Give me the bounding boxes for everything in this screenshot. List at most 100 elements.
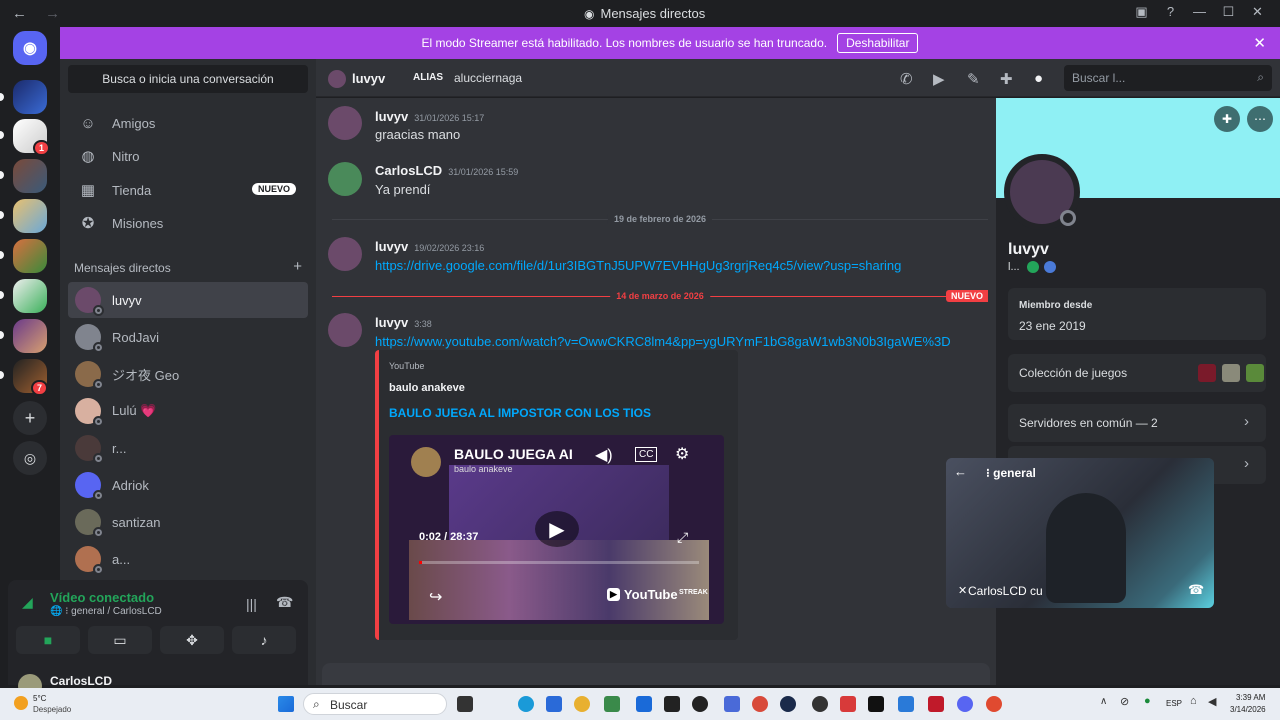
avatar[interactable] [328, 237, 362, 271]
chrome-icon[interactable] [574, 696, 590, 712]
add-friend-icon[interactable]: ✚ [1214, 106, 1240, 132]
app-icon[interactable] [928, 696, 944, 712]
store-icon[interactable] [546, 696, 562, 712]
server-icon[interactable] [13, 159, 47, 193]
app-icon[interactable] [664, 696, 680, 712]
disconnect-icon[interactable]: ☎ [1188, 582, 1204, 598]
add-server-button[interactable]: + [13, 401, 47, 435]
home-button[interactable]: ◉ [13, 31, 47, 65]
chat-search-input[interactable]: Buscar l... ⌕ [1064, 65, 1272, 91]
network-icon[interactable]: ⌂ [1190, 695, 1197, 707]
voice-status[interactable]: Vídeo conectado [50, 590, 154, 605]
fullscreen-icon[interactable]: ⤢ [677, 529, 688, 546]
avatar[interactable] [328, 162, 362, 196]
app-icon[interactable] [868, 696, 884, 712]
forward-button[interactable]: → [45, 5, 60, 22]
tray-icon[interactable]: ⊘ [1120, 695, 1129, 708]
call-icon[interactable]: ✆ [900, 70, 913, 88]
close-window-button[interactable]: ✕ [1243, 4, 1272, 20]
app-icon[interactable] [604, 696, 620, 712]
nav-shop[interactable]: ▦ Tienda NUEVO [68, 174, 308, 206]
video-title[interactable]: BAULO JUEGA AI [454, 446, 573, 462]
channel-avatar[interactable] [411, 447, 441, 477]
back-arrow-icon[interactable]: ← [954, 464, 967, 479]
dm-item[interactable]: ジオ夜 Geo [68, 356, 308, 392]
message-author[interactable]: luvyv 19/02/2026 23:16 [375, 239, 484, 254]
screen-share-button[interactable]: ▭ [88, 626, 152, 654]
chrome-icon[interactable] [986, 696, 1002, 712]
dm-item[interactable]: luvyv [68, 282, 308, 318]
volume-icon[interactable]: ◀) [595, 445, 613, 465]
voice-channel[interactable]: 🌐 ⁝ general / CarlosLCD [50, 606, 162, 617]
task-view-icon[interactable] [457, 696, 473, 712]
message-link[interactable]: https://drive.google.com/file/d/1ur3IBGT… [375, 258, 901, 273]
server-icon[interactable] [13, 199, 47, 233]
steam-icon[interactable] [780, 696, 796, 712]
dm-item[interactable]: a... [68, 541, 308, 577]
maximize-button[interactable]: ☐ [1214, 4, 1243, 20]
captions-icon[interactable]: CC [635, 447, 658, 462]
play-button[interactable]: ▶ [535, 511, 579, 547]
picture-in-picture-video[interactable]: ← ⁝ general ✕ CarlosLCD cu ☎ [946, 458, 1214, 608]
inbox-icon[interactable]: ▣ [1127, 4, 1156, 20]
add-friend-icon[interactable]: ✚ [1000, 70, 1013, 88]
username[interactable]: CarlosLCD [50, 674, 112, 688]
pin-icon[interactable]: ✎ [967, 70, 980, 88]
profile-icon[interactable]: ● [1034, 70, 1043, 87]
disconnect-icon[interactable]: ☎ [276, 594, 293, 611]
avatar[interactable] [328, 106, 362, 140]
edge-icon[interactable] [518, 696, 534, 712]
weather-text[interactable]: Despejado [33, 705, 71, 714]
server-icon[interactable] [13, 239, 47, 273]
app-icon[interactable] [812, 696, 828, 712]
pip-channel[interactable]: ⁝ general [986, 466, 1036, 480]
language-indicator[interactable]: ESP [1166, 699, 1182, 708]
share-icon[interactable]: ↪ [429, 587, 442, 607]
progress-bar[interactable] [419, 561, 699, 564]
discover-button[interactable]: ◎ [13, 441, 47, 475]
weather-temp[interactable]: 5°C [33, 694, 46, 703]
microphone-icon[interactable]: ● [1144, 695, 1151, 707]
profile-avatar[interactable] [1004, 154, 1080, 230]
activities-button[interactable]: ✥ [160, 626, 224, 654]
app-icon[interactable] [840, 696, 856, 712]
avatar[interactable] [328, 313, 362, 347]
clock-time[interactable]: 3:39 AM [1236, 693, 1265, 702]
volume-icon[interactable]: ◀ [1208, 695, 1216, 708]
server-icon[interactable] [13, 319, 47, 353]
soundboard-button[interactable]: ♪ [232, 626, 296, 654]
message-composer[interactable] [322, 663, 990, 685]
embed-title[interactable]: BAULO JUEGA AL IMPOSTOR CON LOS TIOS [389, 406, 651, 420]
camera-button[interactable]: ■ [16, 626, 80, 654]
chat-title[interactable]: luvyv [352, 71, 385, 86]
app-icon[interactable] [636, 696, 652, 712]
message-link[interactable]: https://www.youtube.com/watch?v=OwwCKRC8… [375, 334, 951, 349]
settings-icon[interactable]: ⚙ [675, 444, 689, 464]
dm-search-button[interactable]: Busca o inicia una conversación [68, 65, 308, 93]
nav-quests[interactable]: ✪ Misiones [68, 207, 308, 239]
app-icon[interactable] [724, 696, 740, 712]
back-button[interactable]: ← [12, 5, 27, 22]
app-icon[interactable] [898, 696, 914, 712]
mutual-servers-card[interactable]: Servidores en común — 2 › [1008, 404, 1266, 442]
start-button[interactable] [278, 696, 294, 712]
games-collection-card[interactable]: Colección de juegos [1008, 354, 1266, 392]
weather-icon[interactable] [14, 696, 28, 710]
badge-icon[interactable] [1026, 261, 1039, 274]
youtube-logo[interactable]: ▶ YouTube [607, 587, 678, 602]
chrome-icon[interactable] [752, 696, 768, 712]
embed-author[interactable]: baulo anakeve [389, 382, 465, 394]
embed-provider[interactable]: YouTube [389, 361, 424, 371]
noise-suppression-icon[interactable]: ||| [246, 596, 257, 612]
dm-item[interactable]: r... [68, 430, 308, 466]
disable-streamer-button[interactable]: Deshabilitar [837, 33, 919, 53]
more-icon[interactable]: ⋯ [1247, 106, 1273, 132]
video-player[interactable]: BAULO JUEGA AI baulo anakeve ◀) CC ⚙ ▶ 0… [389, 435, 724, 624]
help-icon[interactable]: ? [1156, 4, 1185, 20]
app-icon[interactable] [692, 696, 708, 712]
server-icon[interactable] [13, 80, 47, 114]
message-author[interactable]: CarlosLCD 31/01/2026 15:59 [375, 163, 518, 178]
minimize-button[interactable]: — [1185, 4, 1214, 20]
badge-icon[interactable] [1043, 261, 1056, 274]
taskbar-search[interactable]: ⌕ Buscar [303, 693, 447, 715]
